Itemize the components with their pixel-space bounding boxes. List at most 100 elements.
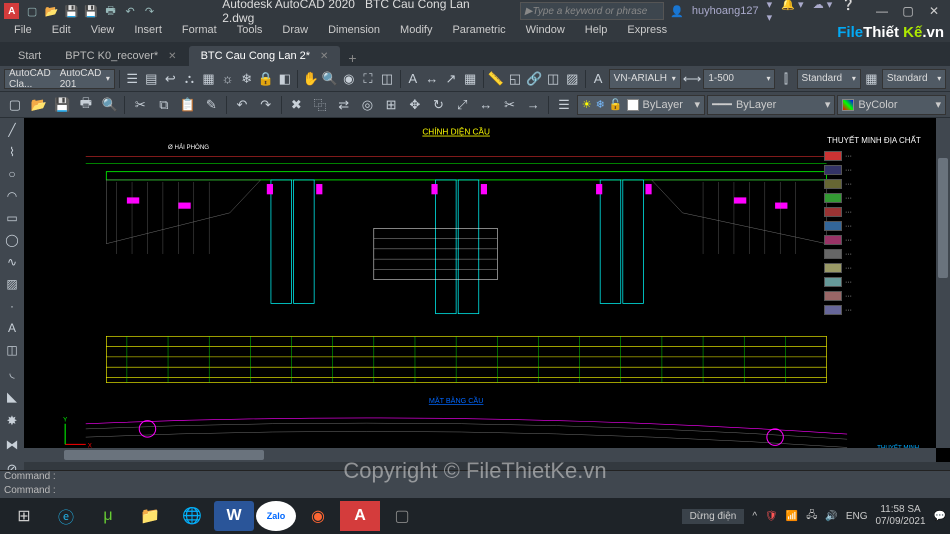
layer-combo[interactable]: ☀❄🔓 ByLayer▾ [577, 95, 705, 115]
undo2-icon[interactable]: ↶ [231, 94, 253, 116]
menu-dimension[interactable]: Dimension [318, 22, 390, 42]
tablestyle-icon[interactable]: ▦ [863, 68, 880, 90]
tray-notif-icon[interactable]: 💬 [934, 511, 946, 522]
tray-clock[interactable]: 11:58 SA07/09/2021 [875, 504, 925, 528]
explorer-icon[interactable]: 📁 [130, 501, 170, 531]
scale-icon[interactable]: ⤢ [451, 94, 473, 116]
rotate-icon[interactable]: ↻ [428, 94, 450, 116]
save-icon[interactable]: 💾 [65, 4, 79, 18]
close-button[interactable]: ✕ [922, 2, 946, 20]
saveas-icon[interactable]: 💾 [84, 4, 98, 18]
tray-net-icon[interactable]: 🖧 [806, 508, 817, 525]
ellipse-icon[interactable]: ◯ [1, 230, 23, 250]
extend-icon[interactable]: → [522, 94, 544, 116]
close-icon[interactable]: ✕ [320, 51, 328, 62]
new2-icon[interactable]: ▢ [4, 94, 26, 116]
chamfer-icon[interactable]: ◣ [1, 386, 23, 408]
tray-vol-icon[interactable]: 📶 [786, 511, 798, 522]
arc-icon[interactable]: ◠ [1, 186, 23, 206]
drawing-canvas[interactable]: CHÍNH DIỆN CẦU Ø HẢI PHÒNG [24, 118, 950, 462]
zalo-icon[interactable]: Zalo [256, 501, 296, 531]
orbit-icon[interactable]: ◉ [340, 68, 357, 90]
rect-icon[interactable]: ▭ [1, 208, 23, 228]
max-button[interactable]: ▢ [896, 2, 920, 20]
tray-sound-icon[interactable]: 🔊 [825, 511, 837, 522]
redo2-icon[interactable]: ↷ [255, 94, 277, 116]
explode-icon[interactable]: ✸ [1, 410, 23, 432]
undo-icon[interactable]: ↶ [123, 4, 136, 18]
chrome-icon[interactable]: 🌐 [172, 501, 212, 531]
office-icon[interactable]: ◉ [298, 501, 338, 531]
area-icon[interactable]: ◱ [506, 68, 523, 90]
hatch2-icon[interactable]: ▨ [1, 274, 23, 294]
menu-view[interactable]: View [81, 22, 125, 42]
fillet-icon[interactable]: ◟ [1, 362, 23, 384]
dimstyle-combo[interactable]: Standard▾ [797, 69, 861, 89]
tab-recover[interactable]: BPTC K0_recover*✕ [53, 46, 188, 66]
zoom-icon[interactable]: 🔍 [321, 68, 338, 90]
plot2-icon[interactable]: 🖶 [75, 94, 97, 116]
color-combo[interactable]: ByColor▾ [837, 95, 946, 115]
dimstyle-icon[interactable]: ⫿ [777, 68, 794, 90]
block-icon[interactable]: ◫ [545, 68, 562, 90]
stretch-icon[interactable]: ↔ [475, 94, 497, 116]
new-icon[interactable]: ▢ [25, 4, 38, 18]
min-button[interactable]: — [870, 2, 894, 20]
layermgr2-icon[interactable]: ☰ [553, 94, 575, 116]
menu-file[interactable]: File [4, 22, 42, 42]
word-icon[interactable]: W [214, 501, 254, 531]
point-icon[interactable]: · [1, 296, 23, 316]
open2-icon[interactable]: 📂 [28, 94, 50, 116]
tray-chevron-icon[interactable]: ^ [752, 511, 757, 522]
menu-format[interactable]: Format [172, 22, 227, 42]
layiso-icon[interactable]: ▦ [200, 68, 217, 90]
mtext-icon[interactable]: A [404, 68, 421, 90]
textstyle-icon[interactable]: A [590, 68, 607, 90]
preview-icon[interactable]: 🔍 [99, 94, 121, 116]
move-icon[interactable]: ✥ [404, 94, 426, 116]
distance-icon[interactable]: 📏 [487, 68, 504, 90]
app2-icon[interactable]: ▢ [382, 501, 422, 531]
font-combo[interactable]: VN-ARIALH▾ [609, 69, 681, 89]
dimscale-icon[interactable]: ⟷ [683, 68, 702, 90]
layers-icon[interactable]: ☰ [124, 68, 141, 90]
xref-icon[interactable]: 🔗 [526, 68, 543, 90]
ie-icon[interactable]: ⓔ [46, 501, 86, 531]
menu-tools[interactable]: Tools [227, 22, 273, 42]
menu-express[interactable]: Express [617, 22, 677, 42]
menu-window[interactable]: Window [516, 22, 575, 42]
workspace-combo[interactable]: AutoCAD Cla...AutoCAD 201▾ [4, 69, 115, 89]
menu-insert[interactable]: Insert [124, 22, 172, 42]
user-menu[interactable]: 👤 huyhoang127 ▾ 🔔 ▾ ☁ ▾ ❔ ▾ [670, 0, 856, 24]
plot-icon[interactable]: 🖶 [104, 4, 117, 18]
block2-icon[interactable]: ◫ [1, 340, 23, 360]
trim-icon[interactable]: ✂ [499, 94, 521, 116]
mirror-icon[interactable]: ⇄ [333, 94, 355, 116]
layoff-icon[interactable]: ☼ [219, 68, 236, 90]
zoomext-icon[interactable]: ⛶ [359, 68, 376, 90]
menu-parametric[interactable]: Parametric [442, 22, 515, 42]
copyobj-icon[interactable]: ⿻ [309, 94, 331, 116]
vertical-scrollbar[interactable] [936, 118, 950, 448]
search-field[interactable]: ▶ Type a keyword or phrase [520, 2, 664, 20]
layerprop-icon[interactable]: ▤ [143, 68, 160, 90]
laylock-icon[interactable]: 🔒 [257, 68, 274, 90]
zoomwin-icon[interactable]: ◫ [378, 68, 395, 90]
table-icon[interactable]: ▦ [462, 68, 479, 90]
erase-icon[interactable]: ✖ [286, 94, 308, 116]
tab-start[interactable]: Start [6, 46, 53, 66]
menu-draw[interactable]: Draw [272, 22, 318, 42]
start-button[interactable]: ⊞ [4, 501, 44, 531]
copy-icon[interactable]: ⧉ [153, 94, 175, 116]
tray-shield-icon[interactable]: 🛡 [765, 511, 778, 522]
pline-icon[interactable]: ⌇ [1, 142, 23, 162]
pan-icon[interactable]: ✋ [302, 68, 319, 90]
join-icon[interactable]: ⧓ [1, 434, 23, 456]
layerstate-icon[interactable]: ⛬ [181, 68, 198, 90]
leader-icon[interactable]: ↗ [442, 68, 459, 90]
open-icon[interactable]: 📂 [45, 4, 59, 18]
close-icon[interactable]: ✕ [168, 51, 176, 62]
utorrent-icon[interactable]: μ [88, 501, 128, 531]
hatch-icon[interactable]: ▨ [564, 68, 581, 90]
match-icon[interactable]: ✎ [200, 94, 222, 116]
